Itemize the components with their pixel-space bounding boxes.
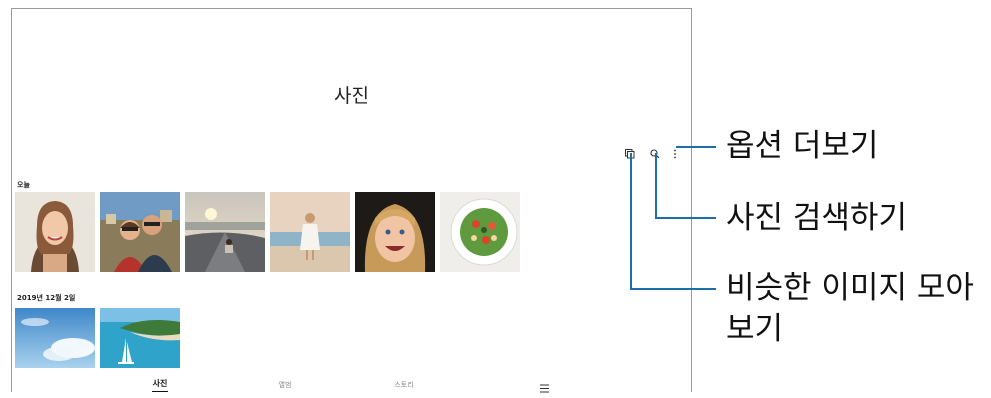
leader-line-more [676,146,716,148]
photo-thumbnail[interactable] [440,192,520,272]
leader-line-similar-vertical [630,153,632,290]
tab-photos[interactable]: 사진 [152,378,168,392]
photo-thumbnail[interactable] [270,192,350,272]
photo-thumbnail[interactable] [185,192,265,272]
tablet-screen: 사진 오늘 2019년 12월 2일 사진 앨범 스토리 [11,8,692,393]
photo-thumbnail[interactable] [100,308,180,368]
tab-albums[interactable]: 앨범 [277,380,293,390]
tab-stories[interactable]: 스토리 [392,380,416,390]
more-vert-icon[interactable] [668,147,682,161]
callout-similar-line2: 보기 [726,311,784,347]
photo-thumbnail[interactable] [100,192,180,272]
leader-line-similar [630,288,716,290]
photo-thumbnail[interactable] [15,308,95,368]
photo-thumbnail[interactable] [15,192,95,272]
hamburger-menu-icon[interactable] [540,378,549,397]
leader-line-search-vertical [655,153,657,219]
section-label-date: 2019년 12월 2일 [17,294,76,302]
callout-search: 사진 검색하기 [726,200,907,236]
page-title: 사진 [334,85,369,107]
section-label-today: 오늘 [17,181,30,189]
callout-similar-line1: 비슷한 이미지 모아 [726,270,974,306]
photo-thumbnail[interactable] [355,192,435,272]
leader-line-search [655,217,716,219]
callout-more-options: 옵션 더보기 [726,128,879,164]
